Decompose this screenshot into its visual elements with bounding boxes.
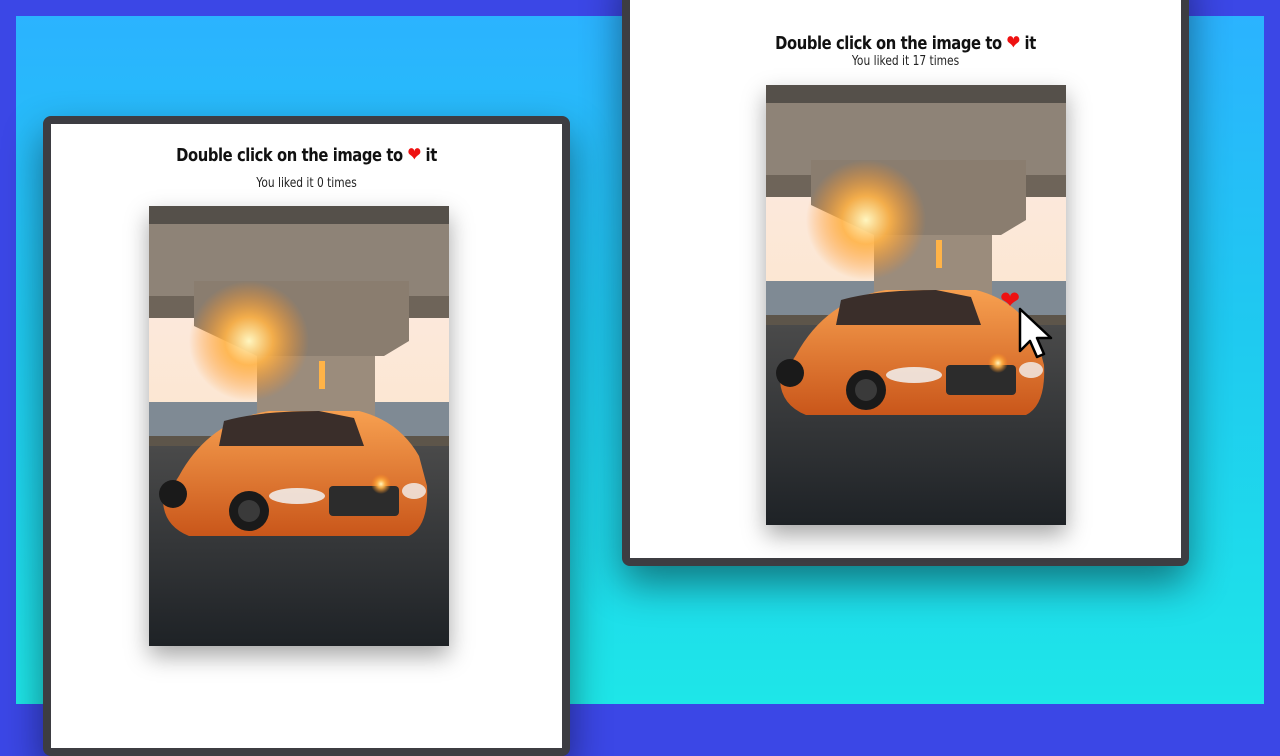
heart-icon: ❤ xyxy=(407,142,421,166)
car-photo-graphic xyxy=(766,85,1066,525)
heart-icon: ❤ xyxy=(1006,30,1020,54)
mouse-pointer-icon xyxy=(1018,307,1053,359)
card-title: Double click on the image to ❤ it xyxy=(97,142,516,166)
car-photo-graphic xyxy=(149,206,449,646)
title-prefix: Double click on the image to xyxy=(176,145,403,166)
like-count: You liked it 0 times xyxy=(256,176,357,191)
title-suffix: it xyxy=(1024,33,1037,54)
like-count: You liked it 17 times xyxy=(851,54,960,69)
car-image[interactable] xyxy=(149,206,449,646)
car-image[interactable]: ❤ xyxy=(766,85,1066,525)
card-title: Double click on the image to ❤ it xyxy=(680,30,1132,54)
like-card-left: Double click on the image to ❤ it You li… xyxy=(43,116,570,756)
like-card-right: Double click on the image to ❤ it You li… xyxy=(622,0,1189,566)
title-prefix: Double click on the image to xyxy=(775,33,1002,54)
title-suffix: it xyxy=(425,145,438,166)
